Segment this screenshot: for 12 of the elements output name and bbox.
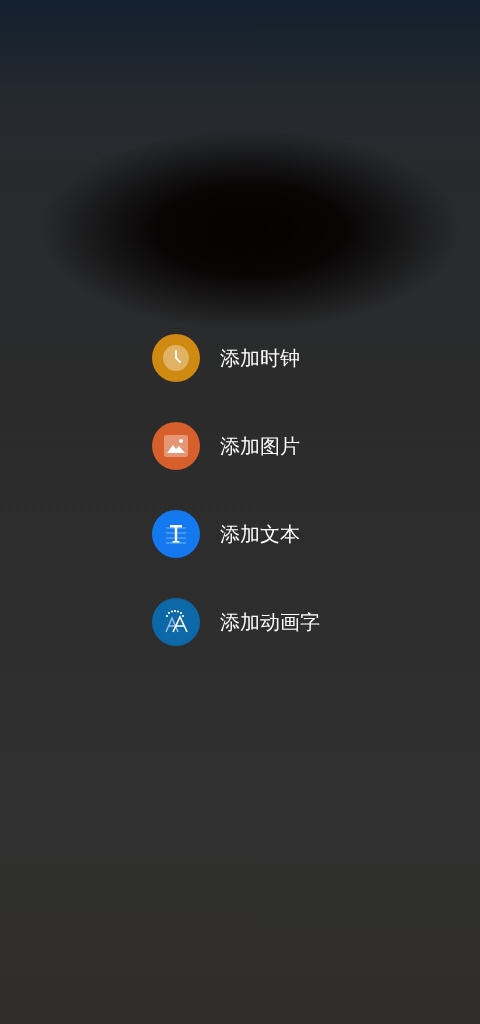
sparkle-text-icon [163, 610, 189, 634]
menu-item-label: 添加图片 [220, 432, 300, 460]
menu-item[interactable]: 添加文本 [152, 510, 480, 558]
image-icon [164, 435, 188, 457]
clock-icon [162, 344, 190, 372]
menu-item[interactable]: 添加图片 [152, 422, 480, 470]
menu-item[interactable]: 添加动画字 [152, 598, 480, 646]
menu-item-label: 添加动画字 [220, 608, 320, 636]
menu-item-label: 添加时钟 [220, 344, 300, 372]
menu-item[interactable]: 添加时钟 [152, 334, 480, 382]
text-icon [164, 522, 188, 546]
menu-item-label: 添加文本 [220, 520, 300, 548]
